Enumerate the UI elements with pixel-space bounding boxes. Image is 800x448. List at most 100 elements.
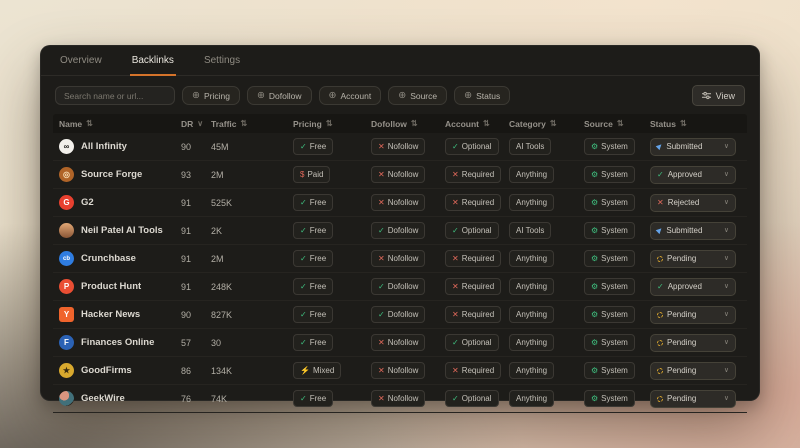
pricing-label: Paid <box>307 170 324 179</box>
account-label: Optional <box>461 226 492 235</box>
column-header[interactable]: Account ⇅ <box>439 119 503 129</box>
table-row[interactable]: ∞ All Infinity 90 45M ✓ Free ✕ Nofollow ✓ O… <box>53 133 747 161</box>
status-label: Rejected <box>667 198 700 207</box>
plus-circle-icon: ⊕ <box>464 89 473 101</box>
status-label: Submitted <box>666 226 703 235</box>
view-button[interactable]: View <box>691 85 745 106</box>
sort-desc-icon: ∨ <box>197 118 204 128</box>
category-label: Anything <box>516 282 548 291</box>
column-header[interactable]: Traffic ⇅ <box>205 119 287 129</box>
filter-status[interactable]: ⊕ Status <box>454 86 511 105</box>
column-header[interactable]: Name ⇅ <box>53 119 175 129</box>
status-select[interactable]: Pending ∨ <box>650 249 736 268</box>
site-name: Product Hunt <box>81 281 142 292</box>
column-header[interactable]: Dofollow ⇅ <box>365 119 439 129</box>
chevron-down-icon: ∨ <box>723 395 729 402</box>
traffic-value: 827K <box>211 309 233 320</box>
status-select[interactable]: ✕ Rejected ∨ <box>650 193 736 212</box>
account-badge: ✕ Required <box>445 278 502 295</box>
column-header[interactable]: DR ∨ <box>175 119 205 129</box>
table-row[interactable]: G G2 91 525K ✓ Free ✕ Nofollow ✕ Required A… <box>53 189 747 217</box>
dr-value: 90 <box>181 141 192 152</box>
category-badge: Anything <box>509 278 555 295</box>
category-label: Anything <box>516 254 548 263</box>
status-select[interactable]: ▶ Submitted ∨ <box>650 221 736 240</box>
status-select[interactable]: Pending ∨ <box>650 361 736 380</box>
x-icon: ✕ <box>378 337 385 347</box>
gear-icon: ⚙ <box>591 197 599 207</box>
x-icon: ✕ <box>452 309 459 319</box>
source-label: System <box>601 170 628 179</box>
status-select[interactable]: Pending ∨ <box>650 333 736 352</box>
column-header[interactable]: Status ⇅ <box>644 119 749 129</box>
table-row[interactable]: F Finances Online 57 30 ✓ Free ✕ Nofollow … <box>53 329 747 357</box>
x-icon: ✕ <box>378 253 385 263</box>
dofollow-label: Dofollow <box>387 226 419 235</box>
check-icon: ✓ <box>300 393 307 403</box>
site-name: GeekWire <box>81 393 125 404</box>
dofollow-label: Nofollow <box>387 142 419 151</box>
tab-overview[interactable]: Overview <box>58 46 104 76</box>
pricing-label: Free <box>309 254 327 263</box>
site-logo-icon <box>59 223 74 238</box>
account-badge: ✕ Required <box>445 166 502 183</box>
tab-backlinks[interactable]: Backlinks <box>129 46 176 76</box>
status-select[interactable]: ✓ Approved ∨ <box>650 165 736 184</box>
pending-circle-icon <box>657 311 663 318</box>
table-row[interactable]: cb Crunchbase 91 2M ✓ Free ✕ Nofollow ✕ Req… <box>53 245 747 273</box>
table-row[interactable]: ★ GoodFirms 86 134K ⚡ Mixed ✕ Nofollow ✕ Re… <box>53 357 747 385</box>
source-label: System <box>601 366 628 375</box>
source-label: System <box>601 338 628 347</box>
source-label: System <box>601 226 628 235</box>
check-icon: ✓ <box>452 337 459 347</box>
table-row[interactable]: GeekWire 76 74K ✓ Free ✕ Nofollow ✓ Optiona… <box>53 385 747 413</box>
status-select[interactable]: Pending ∨ <box>650 305 736 324</box>
dofollow-label: Nofollow <box>387 198 419 207</box>
tab-settings[interactable]: Settings <box>202 46 242 76</box>
column-header[interactable]: Source ⇅ <box>578 119 644 129</box>
filter-dofollow[interactable]: ⊕ Dofollow <box>246 86 312 105</box>
check-icon: ✓ <box>378 309 385 319</box>
search-input[interactable] <box>55 86 175 105</box>
site-logo-icon: F <box>59 335 74 350</box>
site-logo-icon: P <box>59 279 74 294</box>
filter-source[interactable]: ⊕ Source <box>388 86 448 105</box>
table-row[interactable]: Neil Patel AI Tools 91 2K ✓ Free ✓ Dofollo… <box>53 217 747 245</box>
account-badge: ✓ Optional <box>445 334 499 351</box>
column-header[interactable]: Category ⇅ <box>503 119 578 129</box>
status-select[interactable]: ▶ Submitted ∨ <box>650 137 736 156</box>
column-header[interactable]: Pricing ⇅ <box>287 119 365 129</box>
check-icon: ✓ <box>452 141 459 151</box>
account-badge: ✕ Required <box>445 194 502 211</box>
filter-label: Account <box>340 90 372 101</box>
pricing-label: Free <box>309 198 327 207</box>
table-row[interactable]: Y Hacker News 90 827K ✓ Free ✓ Dofollow ✕ R… <box>53 301 747 329</box>
source-badge: ⚙ System <box>584 390 635 407</box>
account-label: Required <box>461 198 495 207</box>
status-label: Approved <box>667 282 702 291</box>
filter-account[interactable]: ⊕ Account <box>318 86 382 105</box>
table-row[interactable]: P Product Hunt 91 248K ✓ Free ✓ Dofollow ✕… <box>53 273 747 301</box>
source-badge: ⚙ System <box>584 362 635 379</box>
check-icon: ✓ <box>657 169 664 179</box>
pricing-badge: ✓ Free <box>293 278 334 295</box>
dollar-icon: $ <box>300 169 305 179</box>
account-badge: ✕ Required <box>445 306 502 323</box>
source-label: System <box>601 254 628 263</box>
account-label: Optional <box>461 338 492 347</box>
dofollow-badge: ✓ Dofollow <box>371 306 426 323</box>
category-badge: AI Tools <box>509 222 552 239</box>
chevron-down-icon: ∨ <box>723 227 729 234</box>
gear-icon: ⚙ <box>591 309 599 319</box>
category-badge: Anything <box>509 250 555 267</box>
status-select[interactable]: ✓ Approved ∨ <box>650 277 736 296</box>
table-header: Name ⇅ DR ∨ Traffic ⇅ Pricing ⇅ Dofollow ⇅ Account… <box>53 114 747 133</box>
dofollow-label: Nofollow <box>387 170 419 179</box>
filter-label: Status <box>476 90 501 101</box>
traffic-value: 74K <box>211 393 228 404</box>
table-row[interactable]: ◎ Source Forge 93 2M $ Paid ✕ Nofollow ✕ Re… <box>53 161 747 189</box>
status-select[interactable]: Pending ∨ <box>650 389 736 408</box>
send-icon: ▶ <box>655 142 665 151</box>
filter-pricing[interactable]: ⊕ Pricing <box>182 86 240 105</box>
name-cell: cb Crunchbase <box>53 251 175 266</box>
